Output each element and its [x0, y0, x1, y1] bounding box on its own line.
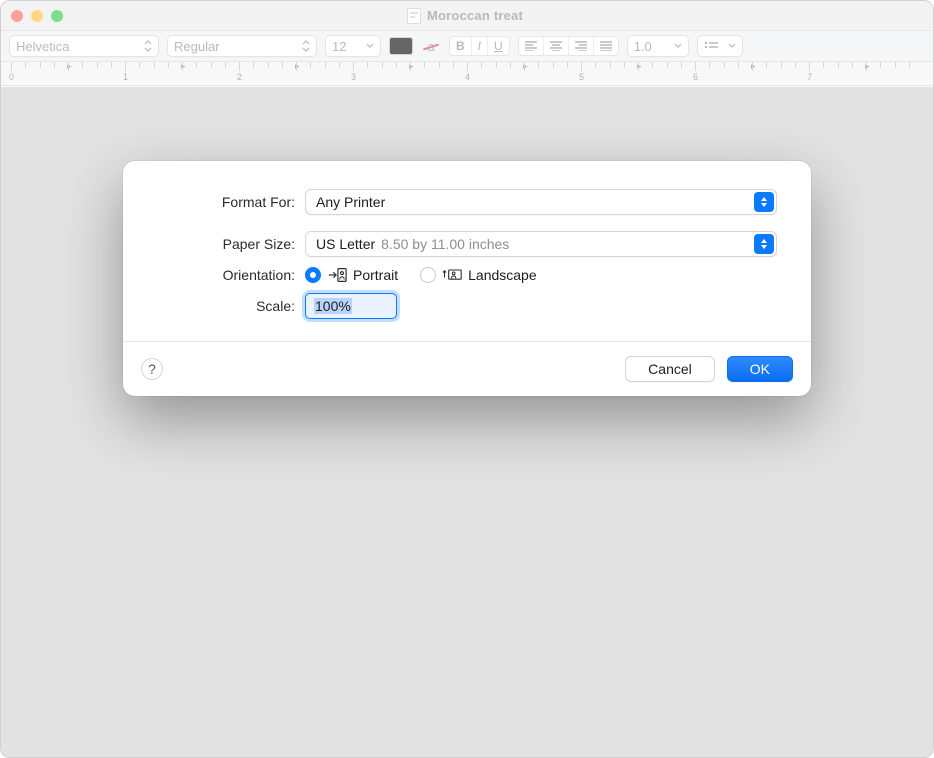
close-window-button[interactable] — [11, 10, 23, 22]
list-style-popup[interactable] — [697, 35, 743, 57]
text-style-group: B I U — [449, 36, 510, 56]
bold-button[interactable]: B — [450, 37, 472, 55]
line-spacing-popup[interactable]: 1.0 — [627, 35, 689, 57]
ruler-number: 5 — [579, 72, 584, 82]
align-right-button[interactable] — [569, 37, 594, 55]
scale-value: 100% — [314, 298, 352, 314]
format-for-value: Any Printer — [316, 194, 385, 210]
format-for-popup[interactable]: Any Printer — [305, 189, 777, 215]
chevron-down-icon — [722, 43, 736, 49]
align-justify-button[interactable] — [594, 37, 618, 55]
ruler[interactable]: 0▸1▸2▸3▸4▸5▸6▸7▸ — [1, 62, 933, 86]
radio-unchecked-icon — [420, 267, 436, 283]
help-button[interactable]: ? — [141, 358, 163, 380]
ok-button[interactable]: OK — [727, 356, 793, 382]
ok-label: OK — [750, 361, 770, 377]
cancel-label: Cancel — [648, 361, 692, 377]
orientation-portrait-radio[interactable]: Portrait — [305, 267, 398, 283]
orientation-label: Orientation: — [157, 267, 305, 283]
font-style-value: Regular — [174, 39, 220, 54]
line-spacing-value: 1.0 — [634, 39, 652, 54]
help-icon: ? — [148, 361, 156, 377]
paper-size-label: Paper Size: — [157, 236, 305, 252]
portrait-icon — [327, 267, 347, 283]
ruler-number: 0 — [9, 72, 14, 82]
align-left-button[interactable] — [519, 37, 544, 55]
align-center-button[interactable] — [544, 37, 569, 55]
font-family-popup[interactable]: Helvetica — [9, 35, 159, 57]
strikethrough-button[interactable]: a — [421, 36, 441, 56]
paper-size-popup[interactable]: US Letter 8.50 by 11.00 inches — [305, 231, 777, 257]
ruler-number: 4 — [465, 72, 470, 82]
window-controls — [11, 10, 63, 22]
radio-checked-icon — [305, 267, 321, 283]
chevron-updown-icon — [754, 234, 774, 254]
font-size-value: 12 — [332, 39, 346, 54]
ruler-number: 6 — [693, 72, 698, 82]
minimize-window-button[interactable] — [31, 10, 43, 22]
italic-button[interactable]: I — [472, 37, 488, 55]
ruler-number: 3 — [351, 72, 356, 82]
document-window: Moroccan treat Helvetica Regular 12 a B — [0, 0, 934, 758]
alignment-group — [518, 36, 619, 56]
portrait-label: Portrait — [353, 267, 398, 283]
window-title-text: Moroccan treat — [427, 8, 523, 23]
list-icon — [704, 39, 718, 54]
paper-size-value: US Letter — [316, 236, 375, 252]
orientation-landscape-radio[interactable]: Landscape — [420, 267, 537, 283]
paper-size-dimensions: 8.50 by 11.00 inches — [381, 236, 509, 252]
chevron-down-icon — [668, 43, 682, 49]
ruler-number: 1 — [123, 72, 128, 82]
titlebar: Moroccan treat — [1, 1, 933, 31]
format-for-label: Format For: — [157, 194, 305, 210]
ruler-number: 7 — [807, 72, 812, 82]
cancel-button[interactable]: Cancel — [625, 356, 715, 382]
page-setup-dialog: Format For: Any Printer Paper Size: US L… — [123, 161, 811, 396]
chevron-updown-icon — [296, 40, 310, 52]
chevron-down-icon — [360, 43, 374, 49]
dialog-footer: ? Cancel OK — [123, 341, 811, 396]
format-toolbar: Helvetica Regular 12 a B I U — [1, 31, 933, 62]
font-style-popup[interactable]: Regular — [167, 35, 317, 57]
zoom-window-button[interactable] — [51, 10, 63, 22]
chevron-updown-icon — [754, 192, 774, 212]
landscape-label: Landscape — [468, 267, 537, 283]
document-icon — [407, 8, 421, 24]
chevron-updown-icon — [138, 40, 152, 52]
underline-button[interactable]: U — [488, 37, 509, 55]
ruler-number: 2 — [237, 72, 242, 82]
scale-input[interactable]: 100% — [305, 293, 397, 319]
font-size-popup[interactable]: 12 — [325, 35, 381, 57]
scale-label: Scale: — [157, 298, 305, 314]
window-title: Moroccan treat — [71, 8, 859, 24]
text-color-swatch[interactable] — [389, 37, 413, 55]
landscape-icon — [442, 267, 462, 283]
font-family-value: Helvetica — [16, 39, 69, 54]
